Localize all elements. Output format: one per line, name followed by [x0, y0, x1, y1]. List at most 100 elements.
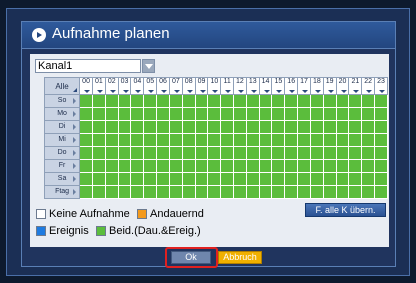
- schedule-slot[interactable]: [130, 94, 145, 108]
- schedule-slot[interactable]: [91, 159, 106, 173]
- schedule-slot[interactable]: [143, 146, 158, 160]
- hour-header-08[interactable]: 08: [181, 77, 196, 95]
- schedule-slot[interactable]: [322, 120, 337, 134]
- schedule-slot[interactable]: [79, 185, 93, 199]
- hour-header-05[interactable]: 05: [143, 77, 158, 95]
- schedule-slot[interactable]: [258, 120, 273, 134]
- schedule-slot[interactable]: [91, 133, 106, 147]
- schedule-slot[interactable]: [258, 133, 273, 147]
- schedule-slot[interactable]: [309, 120, 324, 134]
- schedule-slot[interactable]: [117, 94, 132, 108]
- schedule-slot[interactable]: [335, 185, 350, 199]
- schedule-slot[interactable]: [168, 146, 183, 160]
- schedule-slot[interactable]: [374, 107, 388, 121]
- schedule-slot[interactable]: [245, 159, 260, 173]
- schedule-slot[interactable]: [79, 172, 93, 186]
- schedule-slot[interactable]: [79, 159, 93, 173]
- schedule-slot[interactable]: [232, 94, 247, 108]
- schedule-slot[interactable]: [322, 146, 337, 160]
- schedule-slot[interactable]: [220, 185, 234, 199]
- schedule-slot[interactable]: [232, 107, 247, 121]
- schedule-slot[interactable]: [207, 107, 222, 121]
- schedule-slot[interactable]: [309, 159, 324, 173]
- schedule-slot[interactable]: [104, 172, 119, 186]
- schedule-slot[interactable]: [271, 185, 286, 199]
- schedule-slot[interactable]: [143, 185, 158, 199]
- schedule-slot[interactable]: [91, 146, 106, 160]
- hour-header-23[interactable]: 23: [374, 77, 388, 95]
- schedule-slot[interactable]: [168, 107, 183, 121]
- schedule-slot[interactable]: [168, 120, 183, 134]
- schedule-slot[interactable]: [79, 107, 93, 121]
- schedule-slot[interactable]: [271, 146, 286, 160]
- schedule-slot[interactable]: [79, 94, 93, 108]
- schedule-slot[interactable]: [232, 120, 247, 134]
- hour-header-07[interactable]: 07: [168, 77, 183, 95]
- schedule-slot[interactable]: [232, 185, 247, 199]
- hour-header-09[interactable]: 09: [194, 77, 209, 95]
- schedule-slot[interactable]: [258, 185, 273, 199]
- schedule-slot[interactable]: [361, 172, 376, 186]
- schedule-slot[interactable]: [79, 133, 93, 147]
- schedule-slot[interactable]: [220, 120, 234, 134]
- schedule-slot[interactable]: [284, 133, 299, 147]
- schedule-slot[interactable]: [156, 133, 170, 147]
- hour-header-15[interactable]: 15: [271, 77, 286, 95]
- schedule-slot[interactable]: [143, 107, 158, 121]
- schedule-slot[interactable]: [271, 133, 286, 147]
- schedule-slot[interactable]: [130, 133, 145, 147]
- schedule-slot[interactable]: [156, 172, 170, 186]
- schedule-slot[interactable]: [284, 107, 299, 121]
- schedule-slot[interactable]: [130, 159, 145, 173]
- schedule-slot[interactable]: [297, 185, 311, 199]
- day-header-do[interactable]: Do: [43, 146, 81, 160]
- schedule-slot[interactable]: [361, 94, 376, 108]
- schedule-slot[interactable]: [194, 159, 209, 173]
- schedule-slot[interactable]: [156, 159, 170, 173]
- schedule-slot[interactable]: [91, 107, 106, 121]
- schedule-slot[interactable]: [194, 133, 209, 147]
- schedule-slot[interactable]: [271, 120, 286, 134]
- day-header-ftag[interactable]: Ftag: [43, 185, 81, 199]
- schedule-slot[interactable]: [117, 172, 132, 186]
- schedule-slot[interactable]: [335, 94, 350, 108]
- ok-button[interactable]: Ok: [171, 251, 211, 264]
- schedule-slot[interactable]: [143, 94, 158, 108]
- copy-all-channels-button[interactable]: F. alle K übern.: [305, 203, 386, 217]
- schedule-slot[interactable]: [309, 133, 324, 147]
- schedule-slot[interactable]: [130, 107, 145, 121]
- schedule-slot[interactable]: [220, 146, 234, 160]
- schedule-slot[interactable]: [245, 185, 260, 199]
- schedule-slot[interactable]: [130, 172, 145, 186]
- schedule-slot[interactable]: [168, 185, 183, 199]
- schedule-slot[interactable]: [130, 120, 145, 134]
- schedule-slot[interactable]: [91, 185, 106, 199]
- schedule-slot[interactable]: [220, 133, 234, 147]
- schedule-slot[interactable]: [297, 159, 311, 173]
- hour-header-03[interactable]: 03: [117, 77, 132, 95]
- schedule-slot[interactable]: [143, 133, 158, 147]
- schedule-slot[interactable]: [309, 94, 324, 108]
- schedule-slot[interactable]: [156, 146, 170, 160]
- schedule-slot[interactable]: [284, 159, 299, 173]
- schedule-slot[interactable]: [79, 120, 93, 134]
- hour-header-22[interactable]: 22: [361, 77, 376, 95]
- schedule-slot[interactable]: [194, 172, 209, 186]
- schedule-slot[interactable]: [258, 146, 273, 160]
- schedule-slot[interactable]: [79, 146, 93, 160]
- schedule-slot[interactable]: [335, 146, 350, 160]
- schedule-slot[interactable]: [104, 107, 119, 121]
- schedule-slot[interactable]: [258, 94, 273, 108]
- schedule-slot[interactable]: [117, 185, 132, 199]
- schedule-slot[interactable]: [181, 185, 196, 199]
- schedule-slot[interactable]: [322, 159, 337, 173]
- schedule-slot[interactable]: [143, 159, 158, 173]
- schedule-slot[interactable]: [91, 94, 106, 108]
- schedule-slot[interactable]: [194, 146, 209, 160]
- schedule-slot[interactable]: [348, 146, 363, 160]
- schedule-slot[interactable]: [361, 146, 376, 160]
- hour-header-11[interactable]: 11: [220, 77, 234, 95]
- channel-dropdown-icon[interactable]: [142, 59, 155, 73]
- schedule-slot[interactable]: [309, 172, 324, 186]
- schedule-slot[interactable]: [232, 133, 247, 147]
